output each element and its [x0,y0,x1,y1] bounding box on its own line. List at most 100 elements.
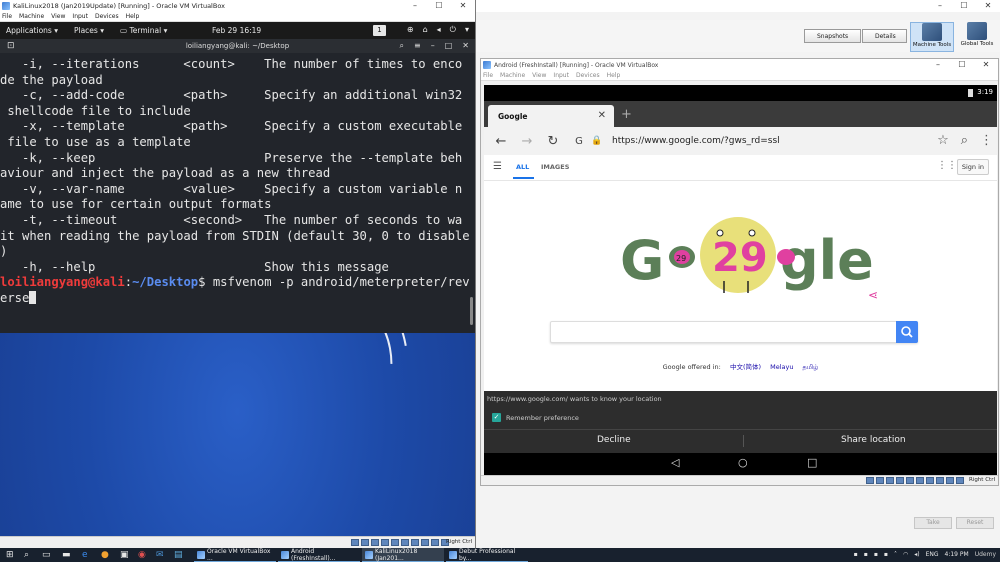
manager-titlebar[interactable]: – ☐ ✕ [476,0,1000,12]
android-maximize-button[interactable]: ☐ [950,59,974,71]
menu-view[interactable]: View [51,13,65,20]
take-snapshot-button[interactable]: Take [914,517,952,529]
menu-help[interactable]: Help [126,13,140,20]
apps-grid-icon[interactable]: ⋮⋮ [937,160,957,171]
remember-preference-checkbox[interactable]: ✓ [492,413,501,422]
terminal-headerbar[interactable]: ⊡ loiliangyang@kali: ~/Desktop ⌕ ≡ – □ ✕ [0,39,475,53]
taskbar-item-android-vm[interactable]: Android (FreshInstall)... [278,548,360,562]
firefox-icon[interactable]: ● [101,550,109,560]
display-icon[interactable] [926,477,934,484]
recording-icon[interactable] [421,539,429,546]
tray-app-icon[interactable]: ▪ [854,551,858,558]
close-icon[interactable]: ✕ [462,41,469,51]
android-recents-icon[interactable]: □ [807,456,817,469]
android-menu-file[interactable]: File [483,72,493,79]
lang-link-tamil[interactable]: தமிழ் [803,363,819,371]
input-language[interactable]: ENG [926,551,939,558]
network-status-icon[interactable] [381,539,389,546]
terminal-output[interactable]: -i, --iterations <count> The number of t… [0,53,475,307]
share-location-button[interactable]: Share location [841,435,906,445]
network-status-icon[interactable] [896,477,904,484]
chevron-up-icon[interactable]: ˄ [894,551,897,558]
usb-icon[interactable] [906,477,914,484]
search-icon[interactable]: ⌕ [961,133,968,148]
lang-link-malay[interactable]: Melayu [770,363,793,371]
taskbar-item-virtualbox-manager[interactable]: Oracle VM VirtualBox ... [194,548,276,562]
shared-folder-icon[interactable] [916,477,924,484]
mail-icon[interactable]: ✉ [156,550,164,560]
android-minimize-button[interactable]: – [926,59,950,71]
terminal-window[interactable]: ⊡ loiliangyang@kali: ~/Desktop ⌕ ≡ – □ ✕… [0,39,475,333]
shared-folder-icon[interactable] [401,539,409,546]
manager-minimize-button[interactable]: – [928,0,952,12]
android-menu-machine[interactable]: Machine [500,72,525,79]
workspace-indicator[interactable]: 1 [373,25,386,36]
close-button[interactable]: ✕ [451,0,475,12]
menu-file[interactable]: File [2,13,12,20]
manager-maximize-button[interactable]: ☐ [952,0,976,12]
terminal-menu[interactable]: ▭ Terminal ▾ [120,26,167,35]
minimize-icon[interactable]: – [431,41,435,51]
hamburger-menu-icon[interactable]: ≡ [414,41,421,51]
android-menu-devices[interactable]: Devices [576,72,600,79]
google-doodle[interactable]: G 29 29 gle ⋖ [620,217,880,307]
system-tray[interactable]: ⊕ ⌂ ◂ ⏻ ▾ [407,25,469,35]
wifi-icon[interactable]: ◠ [903,551,908,558]
android-menu-help[interactable]: Help [607,72,621,79]
android-home-icon[interactable]: ○ [738,456,748,469]
details-button[interactable]: Details [862,29,907,43]
machine-tools-button[interactable]: Machine Tools [910,22,954,52]
reload-icon[interactable]: ↻ [544,134,562,149]
close-tab-icon[interactable]: ✕ [598,110,606,121]
places-menu[interactable]: Places ▾ [74,26,104,35]
back-icon[interactable]: ← [492,134,510,149]
android-menu-view[interactable]: View [532,72,546,79]
new-tab-icon[interactable]: + [621,107,632,122]
share-icon[interactable]: ⋖ [868,288,878,302]
menu-input[interactable]: Input [72,13,88,20]
applications-menu[interactable]: Applications ▾ [6,26,58,35]
menu-devices[interactable]: Devices [95,13,119,20]
snapshots-button[interactable]: Snapshots [804,29,861,43]
android-window-titlebar[interactable]: Android (FreshInstall) [Running] - Oracl… [481,59,998,71]
volume-icon[interactable]: ◂) [914,551,919,558]
address-bar[interactable]: https://www.google.com/?gws_rd=ssl [612,136,780,146]
decline-button[interactable]: Decline [597,435,631,445]
store-icon[interactable]: ▣ [120,550,129,560]
lang-link-chinese[interactable]: 中文(简体) [730,363,761,371]
menu-machine[interactable]: Machine [19,13,44,20]
android-close-button[interactable]: ✕ [974,59,998,71]
forward-icon[interactable]: → [518,134,536,149]
reset-button[interactable]: Reset [956,517,994,529]
global-tools-button[interactable]: Global Tools [955,22,999,52]
overflow-menu-icon[interactable]: ⋮ [980,133,993,148]
search-button[interactable] [896,321,918,343]
search-icon[interactable]: ⌕ [24,550,29,560]
taskbar-item-kali-vm[interactable]: KaliLinux2018 (Jan201... [362,548,444,562]
maximize-button[interactable]: ☐ [427,0,451,12]
maximize-icon[interactable]: □ [445,41,453,51]
android-screen[interactable]: 3:19 Google ✕ + ← → ↻ G 🔒 https://www.go… [484,85,997,475]
recording-icon[interactable] [936,477,944,484]
mouse-icon[interactable] [956,477,964,484]
audio-icon[interactable] [371,539,379,546]
minimize-button[interactable]: – [403,0,427,12]
cpu-icon[interactable] [431,539,439,546]
tray-app-icon[interactable]: ▪ [874,551,878,558]
tray-app-icon[interactable]: ▪ [864,551,868,558]
terminal-scrollbar[interactable] [470,297,473,325]
android-menu-input[interactable]: Input [553,72,569,79]
taskbar-clock[interactable]: 4:19 PM [945,551,969,558]
kali-window-titlebar[interactable]: KaliLinux2018 (Jan2019Update) [Running] … [0,0,475,12]
task-view-icon[interactable]: ▭ [42,550,51,560]
tray-app-icon[interactable]: ▪ [884,551,888,558]
windows-start-icon[interactable]: ⊞ [6,550,14,560]
edge-browser-icon[interactable]: e [82,550,88,560]
android-back-icon[interactable]: ◁ [671,456,679,469]
search-input[interactable] [550,321,918,343]
kali-clock[interactable]: Feb 29 16:19 [212,26,261,35]
hdd-icon[interactable] [351,539,359,546]
hamburger-menu-icon[interactable]: ☰ [493,161,502,172]
manager-close-button[interactable]: ✕ [976,0,1000,12]
display-icon[interactable] [411,539,419,546]
